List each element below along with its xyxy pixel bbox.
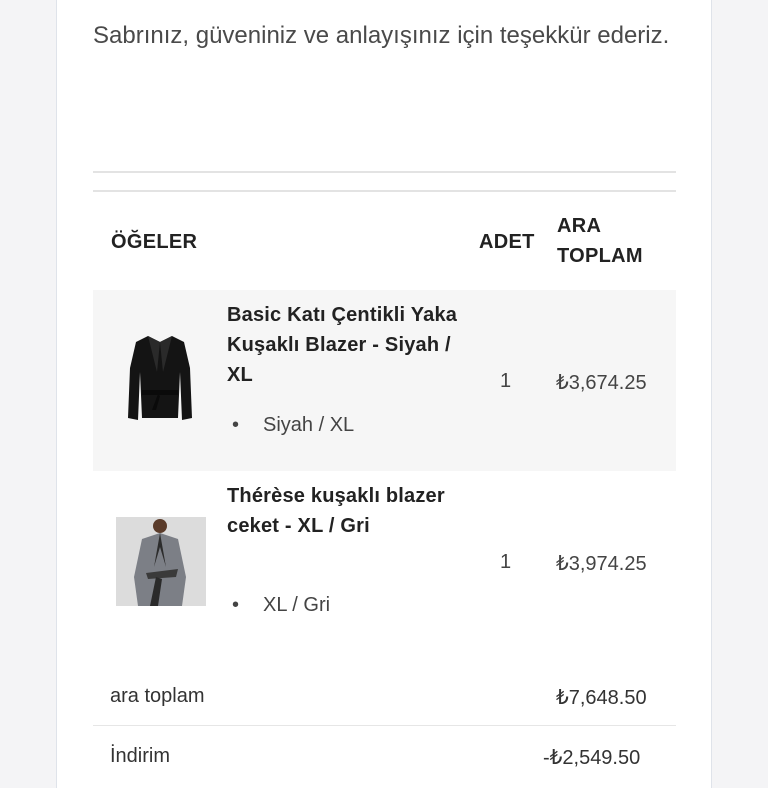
product-qty: 1 xyxy=(500,551,512,573)
column-header-subtotal-line2: TOPLAM xyxy=(557,245,643,267)
product-price: ₺3,674.25 xyxy=(556,372,647,394)
product-image-black-blazer[interactable] xyxy=(124,332,196,424)
product-image-grey-blazer[interactable] xyxy=(116,517,206,606)
product-qty: 1 xyxy=(500,370,512,392)
subtotal-label: ara toplam xyxy=(110,685,205,707)
discount-value: -₺2,549.50 xyxy=(543,747,641,769)
column-header-items: ÖĞELER xyxy=(111,231,198,253)
product-name: Thérèse kuşaklı blazer ceket - XL / Gri xyxy=(227,485,445,537)
product-variant: • Siyah / XL xyxy=(232,414,355,436)
product-name: Basic Katı Çentikli Yaka Kuşaklı Blazer … xyxy=(227,304,458,386)
subtotal-value: ₺7,648.50 xyxy=(556,687,647,709)
column-header-qty: ADET xyxy=(479,231,535,253)
divider xyxy=(93,725,676,726)
divider xyxy=(93,190,676,192)
discount-label: İndirim xyxy=(110,745,171,767)
product-variant: • XL / Gri xyxy=(232,594,331,616)
product-price: ₺3,974.25 xyxy=(556,553,647,575)
column-header-subtotal-line1: ARA xyxy=(557,215,602,237)
thank-you-message: Sabrınız, güveniniz ve anlayışınız için … xyxy=(93,22,670,49)
divider xyxy=(93,171,676,173)
